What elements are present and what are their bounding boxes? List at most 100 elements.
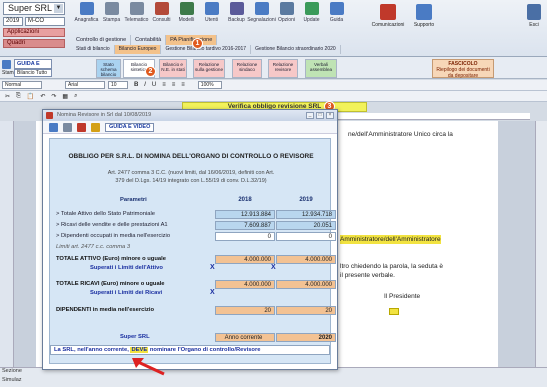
bilancio-checkbox[interactable]: Bilancio Tutto [14,69,52,77]
group-stato-schema[interactable]: Stato schema bilancio [96,59,121,78]
col-2019: 2019 [299,197,313,203]
tool-guida-button[interactable]: Guida [324,2,349,32]
totale-ricavi-label: TOTALE RICAVI (Euro) minore o uguale [56,281,165,287]
chevron-down-icon[interactable]: ▼ [54,4,63,13]
align-center-icon[interactable]: ≡ [172,82,176,88]
tool-backup-button[interactable]: Backup [224,2,249,32]
group-relazione-revisore[interactable]: Relazione revisore [268,59,298,78]
size-select[interactable]: 10 [108,81,128,89]
subtab-bilancio-straordinario[interactable]: Gestione Bilancio straordinario 2020 [251,45,341,54]
result-bar: La SRL, nell'anno corrente, DEVE nominar… [50,345,330,355]
subtab-stati-bilancio[interactable]: Stati di bilancio [72,45,115,54]
vertical-scrollbar[interactable] [535,121,547,367]
zoom-select[interactable]: 100% [197,81,222,89]
dipendenti-2018[interactable]: 0 [215,232,275,241]
tool-label: Utenti [204,17,219,23]
left-strip [0,121,14,367]
anagrafica-icon [79,2,94,15]
close-icon[interactable]: × [326,112,334,119]
group-relazione-gestione[interactable]: Relazione sulla gestione [193,59,225,78]
bold-button[interactable]: 𝐁 [134,82,138,89]
doc-line-4: il presente verbale. [340,272,395,279]
minimize-icon[interactable]: _ [306,112,314,119]
supporto-button[interactable]: Supporto [406,4,442,28]
italic-button[interactable]: 𝐼 [144,82,146,89]
attivo-label: > Totale Attivo dello Stato Patrimoniale [56,211,155,217]
tool-update-button[interactable]: Update [299,2,324,32]
tool-modelli-button[interactable]: Modelli [174,2,199,32]
fascicolo-button[interactable]: FASCICOLO Riepilogo dei documenti da dep… [432,59,494,79]
group-verbali-assemblea[interactable]: Verbali assemblea [305,59,337,78]
maximize-icon[interactable]: □ [316,112,324,119]
result-deve: DEVE [130,347,149,353]
tool-utenti-button[interactable]: Utenti [199,2,224,32]
paste-icon[interactable]: 📋 [27,93,34,100]
tab-controllo-gestione[interactable]: Controllo di gestione [72,35,132,45]
ricavi-2019[interactable]: 20.051 [276,221,336,230]
quadri-button[interactable]: Quadri [3,39,65,48]
undo-icon[interactable]: ↶ [40,93,45,100]
totale-attivo-2018: 4.000.000 [215,255,275,264]
dialog-toolbar: GUIDA E VIDEO [43,121,337,134]
align-right-icon[interactable]: ≡ [181,82,185,88]
fascicolo-subtitle: Riepilogo dei documenti da depositare [436,67,490,79]
code-select[interactable]: M-CO [25,17,65,26]
tool-opzioni-button[interactable]: Opzioni [274,2,299,32]
ricavi-2018[interactable]: 7.609.887 [215,221,275,230]
parametri-label: Parametri [120,197,147,203]
exit-icon [527,4,541,20]
group-relazione-sindaco[interactable]: Relazione sindaco [232,59,262,78]
tool-segnalazioni-button[interactable]: Segnalazioni [247,2,276,32]
group-bilancio-ne[interactable]: Bilancio e N.E. in stati [159,59,187,78]
cut-icon[interactable]: ✂ [5,93,10,100]
help-icon[interactable] [91,122,100,132]
tool-stampa-button[interactable]: Stampa [99,2,124,32]
exit-button[interactable]: Esci [527,4,541,28]
underline-button[interactable]: U [152,82,156,88]
attivo-2019[interactable]: 12.934.718 [276,210,336,219]
year-select[interactable]: 2019 [3,17,23,26]
copy-icon[interactable]: ⎘ [16,93,21,100]
tool-telematico-button[interactable]: Telematico [124,2,149,32]
preview-icon[interactable] [63,122,72,132]
mail-icon [380,4,396,20]
subtab-bilancio-europeo[interactable]: Bilancio Europeo [114,45,162,54]
print-icon[interactable] [2,60,11,69]
guida-video-button[interactable]: GUIDA E VIDEO [14,59,52,75]
col-2018: 2018 [238,197,252,203]
result-post: nominare l'Organo di controllo/Revisore [149,347,261,353]
totale-ricavi-2019: 4.000.000 [276,280,336,289]
tool-anagrafica-button[interactable]: Anagrafica [74,2,99,32]
print-icon[interactable] [49,122,58,132]
dipendenti-media-2019: 20 [276,306,336,315]
tool-label: Opzioni [278,17,295,23]
step-badge-2: 2 [145,66,156,77]
table-icon[interactable]: ▦ [62,93,68,100]
find-icon[interactable]: ⌕ [74,93,77,100]
tab-contabilita[interactable]: Contabilità [131,35,167,45]
superati-ricavi-label: Superati i Limiti dei Ricavi [90,290,163,296]
pdf-icon[interactable] [77,122,86,132]
subtab-bilancio-tardivo[interactable]: Gestione Bilancio tardivo 2016-2017 [161,45,252,54]
tool-consulti-button[interactable]: Consulti [149,2,174,32]
dialog-note-1: Art. 2477 comma 3 C.C. (nuovi limiti, da… [107,170,275,176]
utenti-icon [204,2,219,15]
signature-field[interactable] [389,308,399,315]
company-select[interactable]: Super SRL ▼ [3,2,65,15]
applicazioni-button[interactable]: Applicazioni [3,28,65,37]
font-select[interactable]: Arial [65,81,105,89]
telematico-icon [129,2,144,15]
dipendenti-2019[interactable]: 0 [276,232,336,241]
comunicazioni-button[interactable]: Comunicazioni [370,4,406,28]
dialog-guida-button[interactable]: GUIDA E VIDEO [105,122,155,132]
format-bar-2: ✂ ⎘ 📋 ↶ ↷ ▦ ⌕ [0,91,547,102]
style-select[interactable]: Normal [2,81,42,89]
supporto-label: Supporto [413,22,435,28]
attivo-2018[interactable]: 12.913.884 [215,210,275,219]
format-bar-1: Normal Arial 10 𝐁 𝐼 U ≡ ≡ ≡ 100% [0,80,547,91]
stampa-icon [104,2,119,15]
dialog-note-2: 379 del D.Lgs. 14/19 integrato con L.55/… [115,178,267,184]
sub-tabs: Stati di bilancio Bilancio Europeo Gesti… [72,45,341,54]
redo-icon[interactable]: ↷ [51,93,56,100]
align-left-icon[interactable]: ≡ [162,82,166,88]
